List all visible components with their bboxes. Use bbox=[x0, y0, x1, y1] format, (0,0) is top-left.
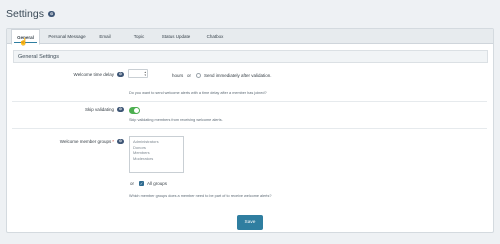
save-button[interactable]: Save bbox=[237, 215, 263, 230]
tab-personal-message[interactable]: Personal Message bbox=[43, 29, 91, 44]
tab-chatbox[interactable]: Chatbox bbox=[202, 29, 228, 44]
skip-validating-label: Skip validating ⊙ bbox=[24, 107, 124, 112]
member-groups-label: Welcome member groups* ⊙ bbox=[24, 139, 124, 144]
member-groups-listbox[interactable]: Administrators Donors Members Moderators bbox=[129, 136, 184, 173]
welcome-delay-explain: Do you want to send welcome alerts with … bbox=[129, 91, 267, 95]
skip-validating-explain: Skip validating members from receiving w… bbox=[129, 118, 223, 122]
hours-text: hours bbox=[172, 73, 184, 78]
or-text: or bbox=[187, 73, 192, 78]
all-groups-label[interactable]: All groups bbox=[147, 181, 167, 186]
tab-bar: General Personal Message Email Topic Sta… bbox=[7, 29, 493, 45]
page-title: Settings ⊙ bbox=[6, 8, 56, 20]
page-title-badge[interactable]: ⊙ bbox=[47, 11, 56, 17]
divider bbox=[12, 128, 487, 129]
delay-hours-input[interactable]: ▴ ▾ bbox=[128, 69, 148, 78]
info-badge[interactable]: ⊙ bbox=[116, 107, 124, 112]
list-item[interactable]: Moderators bbox=[133, 156, 180, 162]
info-badge[interactable]: ⊙ bbox=[116, 72, 124, 77]
welcome-delay-label: Welcome time delay ⊙ bbox=[24, 72, 124, 77]
all-groups-checkbox[interactable]: ✓ bbox=[139, 181, 144, 186]
skip-validating-toggle[interactable] bbox=[129, 107, 140, 114]
toggle-knob bbox=[134, 108, 139, 113]
member-groups-explain: Which member groups does a member need t… bbox=[129, 194, 272, 198]
info-badge[interactable]: ⊙ bbox=[116, 139, 124, 144]
page-title-text: Settings bbox=[6, 8, 44, 20]
skip-validating-label-text: Skip validating bbox=[84, 107, 114, 112]
send-immediately-label[interactable]: Send immediately after validation. bbox=[204, 73, 272, 78]
page-footer bbox=[0, 233, 500, 244]
or-text: or bbox=[130, 181, 135, 186]
settings-panel: General Personal Message Email Topic Sta… bbox=[6, 28, 494, 233]
tab-status-update[interactable]: Status Update bbox=[156, 29, 196, 44]
send-immediately-radio[interactable] bbox=[196, 73, 201, 78]
tab-email[interactable]: Email bbox=[95, 29, 115, 44]
mouse-cursor-icon: ☝ bbox=[19, 39, 28, 46]
tab-topic[interactable]: Topic bbox=[128, 29, 150, 44]
section-title: General Settings bbox=[13, 50, 488, 63]
stepper-arrows-icon[interactable]: ▴ ▾ bbox=[144, 71, 146, 77]
welcome-delay-label-text: Welcome time delay bbox=[73, 72, 114, 77]
member-groups-label-text: Welcome member groups* bbox=[59, 139, 114, 144]
divider bbox=[12, 101, 487, 102]
